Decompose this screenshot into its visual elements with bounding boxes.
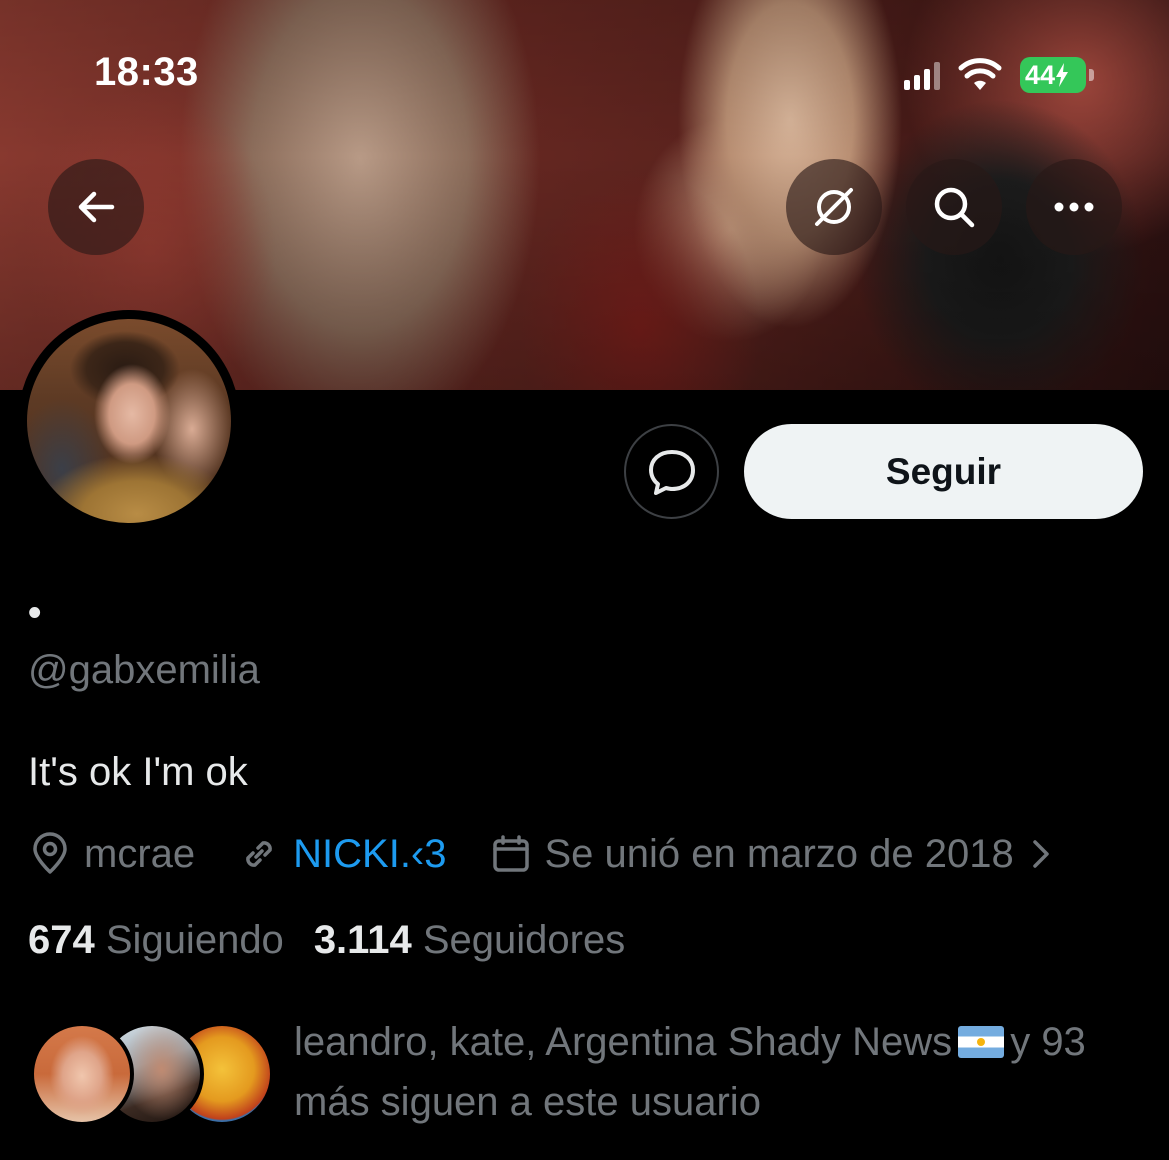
- battery-indicator: 44: [1020, 57, 1094, 93]
- follow-button[interactable]: Seguir: [744, 424, 1143, 519]
- join-date-text: Se unió en marzo de 2018: [544, 831, 1014, 876]
- location-pin-icon: [33, 832, 67, 874]
- cellular-signal-icon: [904, 60, 940, 90]
- following-label: Siguiendo: [105, 918, 284, 962]
- website-link[interactable]: NICKI.‹3: [237, 832, 447, 877]
- avatar[interactable]: [27, 319, 231, 523]
- search-button[interactable]: [906, 159, 1002, 255]
- back-button[interactable]: [48, 159, 144, 255]
- wifi-icon: [958, 58, 1002, 90]
- followers-you-know-avatars[interactable]: [30, 1022, 274, 1126]
- calendar-icon: [492, 835, 529, 872]
- location: mcrae: [28, 832, 195, 877]
- more-horizontal-icon: [1054, 202, 1094, 212]
- chevron-right-icon: [1032, 840, 1049, 868]
- username-handle: @gabxemilia: [28, 648, 260, 692]
- followers-label: Seguidores: [422, 918, 626, 962]
- flag-argentina-icon: [958, 1026, 1005, 1058]
- join-date[interactable]: Se unió en marzo de 2018: [489, 832, 1056, 877]
- profile-bio: It's ok I'm ok: [28, 750, 248, 794]
- following-stat[interactable]: 674 Siguiendo: [28, 918, 284, 963]
- followers-you-know-conj: y: [1010, 1020, 1031, 1064]
- avatar: [30, 1022, 134, 1126]
- slashed-circle-icon: [815, 188, 853, 226]
- display-name: •: [28, 592, 42, 634]
- followers-you-know-text[interactable]: leandro, kate, Argentina Shady News y 93 …: [294, 1012, 1144, 1132]
- battery-level: 44: [1025, 59, 1056, 90]
- arrow-left-icon: [78, 191, 115, 223]
- search-icon: [934, 187, 975, 228]
- profile-avatar-frame[interactable]: [18, 310, 240, 532]
- location-text: mcrae: [84, 831, 196, 876]
- website-link-text[interactable]: NICKI.‹3: [293, 832, 446, 877]
- followers-count: 3.114: [313, 918, 412, 962]
- message-bubble-icon: [648, 449, 695, 495]
- message-button[interactable]: [624, 424, 719, 519]
- charging-bolt-icon: [1056, 63, 1069, 87]
- followers-you-know-names: leandro, kate, Argentina Shady News: [294, 1020, 953, 1064]
- following-count: 674: [28, 918, 95, 962]
- followers-stat[interactable]: 3.114 Seguidores: [314, 918, 625, 963]
- status-indicators: 44: [904, 55, 1094, 95]
- link-icon: [246, 841, 272, 867]
- profile-meta: mcrae NICKI.‹3 Se unió en marzo de 2018: [28, 828, 1056, 880]
- more-button[interactable]: [1026, 159, 1122, 255]
- status-time: 18:33: [94, 50, 199, 94]
- follow-stats: 674 Siguiendo 3.114 Seguidores: [28, 918, 655, 963]
- grok-button[interactable]: [786, 159, 882, 255]
